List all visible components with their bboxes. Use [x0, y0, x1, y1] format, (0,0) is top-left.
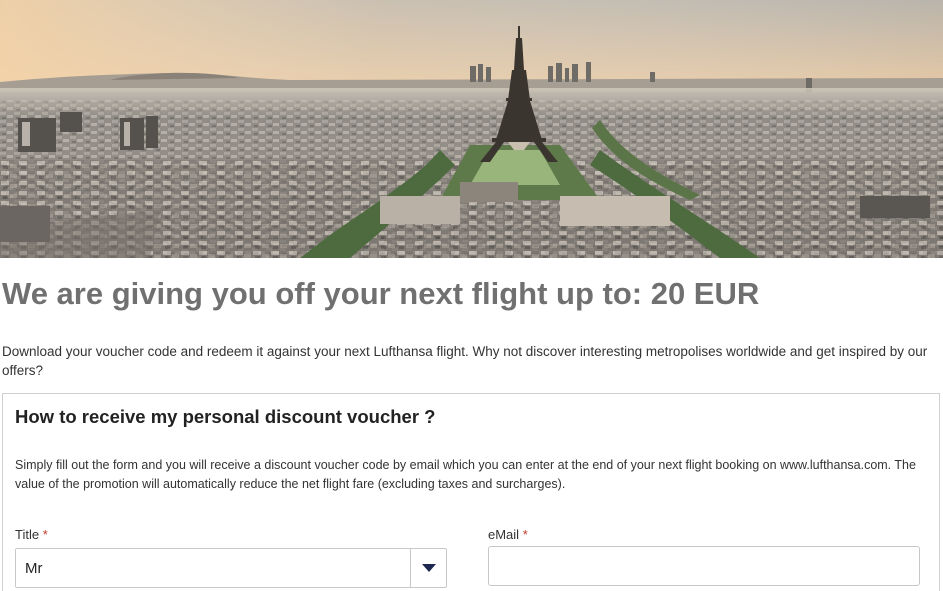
email-label-text: eMail: [488, 527, 520, 542]
chevron-down-icon: [422, 564, 436, 572]
title-select-value: Mr: [25, 560, 43, 577]
email-required-marker: *: [522, 527, 528, 542]
hero-image: [0, 0, 943, 258]
title-select-toggle[interactable]: [410, 549, 446, 587]
page: We are giving you off your next flight u…: [0, 0, 943, 591]
title-select[interactable]: Mr: [15, 548, 447, 588]
title-label-text: Title: [15, 527, 40, 542]
voucher-panel: How to receive my personal discount vouc…: [2, 393, 940, 591]
intro-text: Download your voucher code and redeem it…: [2, 344, 928, 378]
title-required-marker: *: [42, 527, 48, 542]
page-headline: We are giving you off your next flight u…: [2, 276, 760, 311]
email-input[interactable]: [488, 546, 920, 586]
panel-description: Simply fill out the form and you will re…: [15, 458, 916, 491]
paris-skyline-illustration: [0, 0, 943, 258]
title-field-label: Title *: [15, 527, 48, 542]
email-field-label: eMail *: [488, 527, 528, 542]
panel-title: How to receive my personal discount vouc…: [15, 406, 436, 427]
